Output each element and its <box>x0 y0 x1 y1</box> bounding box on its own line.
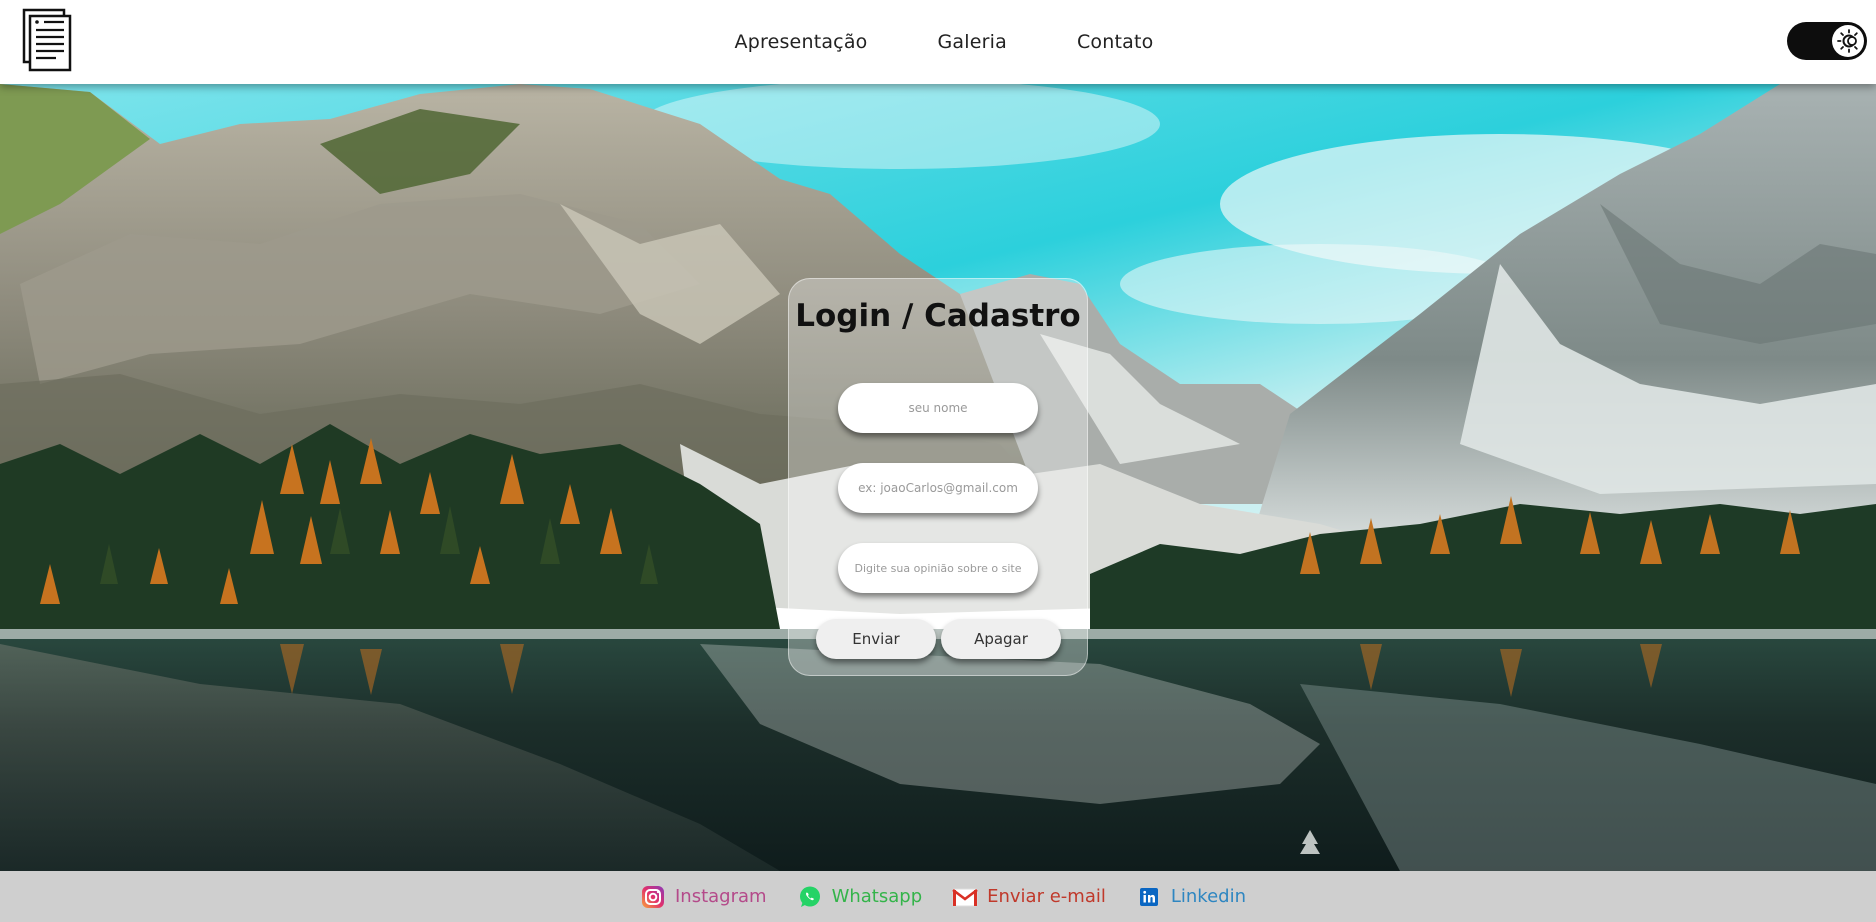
footer-link-whatsapp[interactable]: Whatsapp <box>797 884 923 910</box>
nav-item-apresentacao[interactable]: Apresentação <box>735 31 868 53</box>
clear-button[interactable]: Apagar <box>941 619 1061 659</box>
footer-link-label: Enviar e-mail <box>987 886 1106 907</box>
instagram-icon <box>640 884 666 910</box>
sun-icon <box>1832 25 1864 57</box>
site-header: Apresentação Galeria Contato <box>0 0 1876 84</box>
footer-link-instagram[interactable]: Instagram <box>640 884 767 910</box>
send-button[interactable]: Enviar <box>816 619 936 659</box>
whatsapp-icon <box>797 884 823 910</box>
nav-item-galeria[interactable]: Galeria <box>938 31 1007 53</box>
nav-item-contato[interactable]: Contato <box>1077 31 1154 53</box>
footer-link-label: Instagram <box>674 886 767 907</box>
footer-link-email[interactable]: Enviar e-mail <box>952 884 1106 910</box>
theme-toggle[interactable] <box>1787 22 1867 60</box>
linkedin-icon <box>1136 884 1162 910</box>
login-card: Login / Cadastro Enviar Apagar <box>788 278 1088 676</box>
name-input[interactable] <box>838 383 1038 433</box>
footer-link-linkedin[interactable]: Linkedin <box>1136 884 1246 910</box>
site-footer: Instagram Whatsapp Enviar e-mail Linkedi… <box>0 871 1876 922</box>
opinion-input[interactable] <box>838 543 1038 593</box>
login-title: Login / Cadastro <box>795 298 1081 334</box>
gmail-icon <box>952 884 978 910</box>
footer-link-label: Linkedin <box>1170 886 1246 907</box>
footer-link-label: Whatsapp <box>831 886 923 907</box>
email-input[interactable] <box>838 463 1038 513</box>
main-nav: Apresentação Galeria Contato <box>0 0 1876 84</box>
